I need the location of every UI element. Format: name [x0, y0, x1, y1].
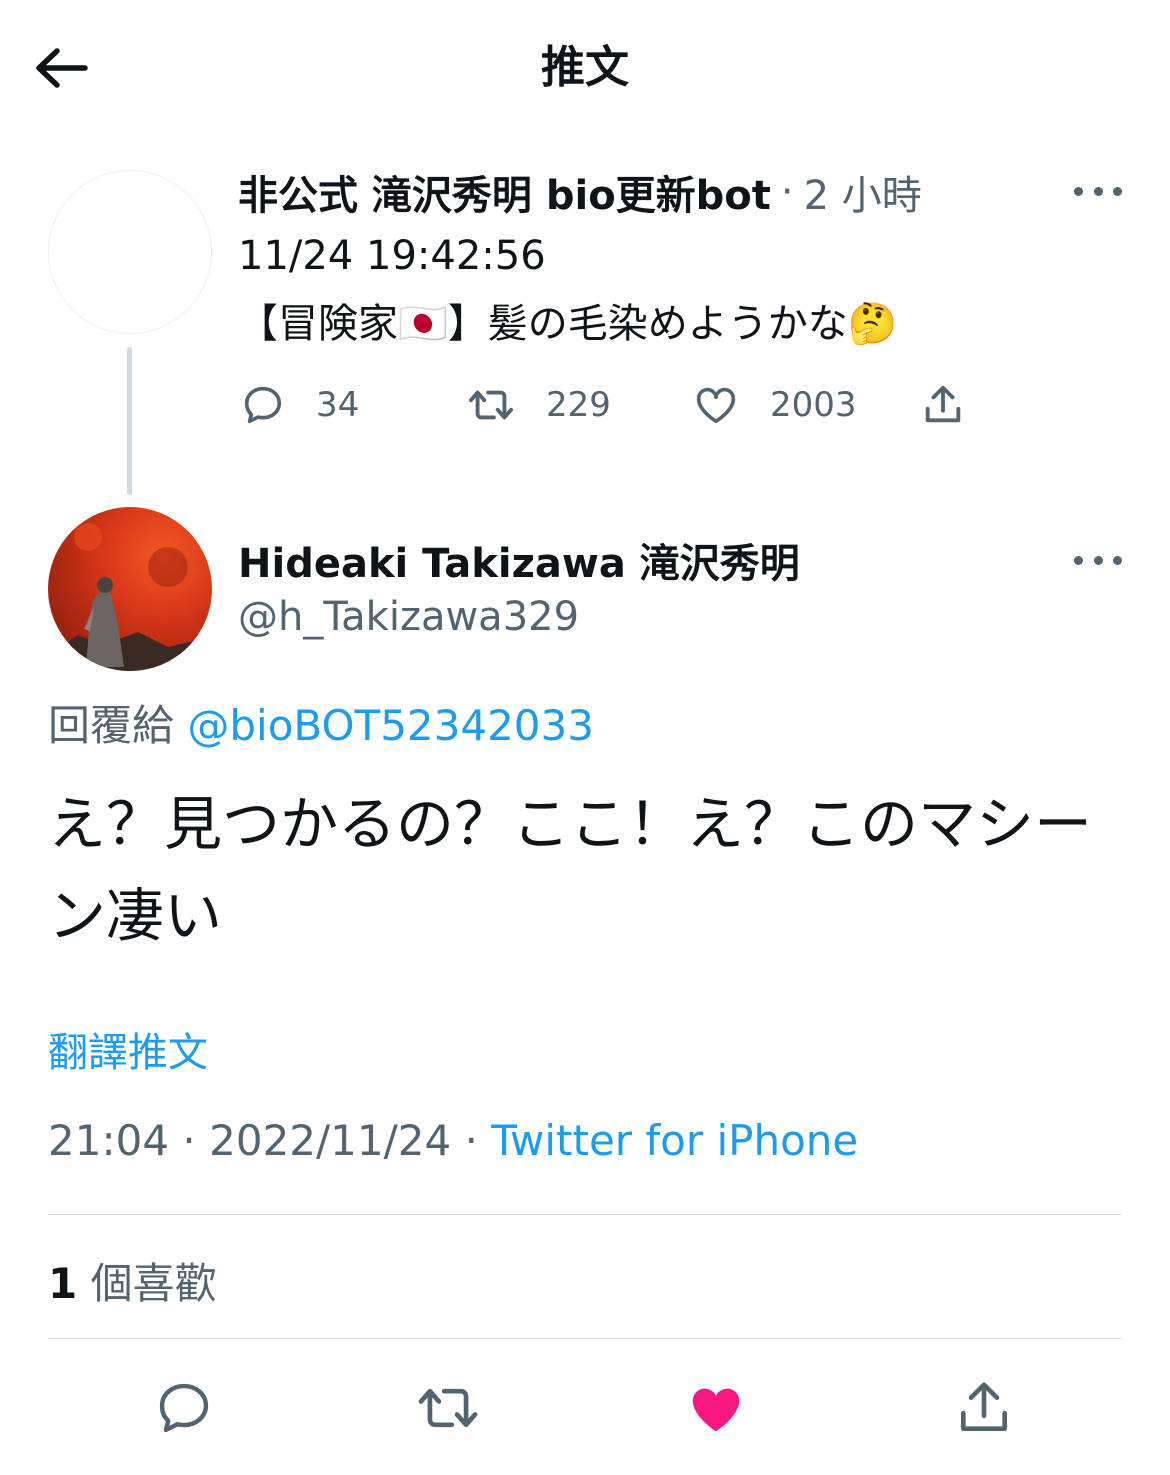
heart-filled-icon [692, 1388, 740, 1432]
parent-avatar[interactable] [48, 170, 212, 334]
parent-retweet-button[interactable]: 229 [466, 380, 611, 430]
page-title: 推文 [541, 42, 629, 93]
heart-icon [696, 387, 736, 424]
reply-to-handle[interactable]: @bioBOT52342033 [187, 701, 594, 750]
retweet-button[interactable] [412, 1372, 484, 1444]
reply-button[interactable] [148, 1372, 220, 1444]
likes-summary-label: 個喜歡 [90, 1259, 217, 1308]
like-button[interactable] [680, 1372, 752, 1444]
more-icon-dot [1093, 186, 1103, 196]
timestamp-separator: · [182, 1116, 196, 1165]
more-icon-dot [1113, 186, 1122, 196]
translate-tweet-link[interactable]: 翻譯推文 [48, 1020, 208, 1078]
timestamp-separator: · [464, 1116, 478, 1165]
more-icon-dot [1074, 186, 1083, 196]
tweet-text: え？見つかるの？ここ！え？このマシーン凄い [48, 790, 1093, 950]
parent-separator: · [780, 169, 794, 215]
parent-like-button[interactable]: 2003 [692, 380, 857, 430]
divider [48, 1338, 1122, 1339]
tweet-more-button[interactable] [1074, 545, 1122, 575]
tweet-time: 21:04 [48, 1116, 170, 1165]
parent-more-button[interactable] [1074, 176, 1122, 206]
share-icon [961, 1382, 1007, 1431]
more-icon-dot [1074, 555, 1083, 565]
tweet-date: 2022/11/24 [209, 1116, 452, 1165]
reply-to-prefix: 回覆給 [48, 701, 175, 750]
share-icon [925, 385, 961, 423]
thread-line [127, 347, 132, 495]
retweet-icon [418, 1388, 478, 1428]
parent-text-line2: 【冒険家🇯🇵】髪の毛染めようかな🤔 [238, 301, 898, 347]
tweet-source-link[interactable]: Twitter for iPhone [491, 1116, 858, 1165]
parent-time-ago[interactable]: 2 小時 [804, 163, 922, 221]
more-icon-dot [1093, 555, 1103, 565]
reply-icon [159, 1383, 209, 1433]
tweet-timestamp: 21:04 · 2022/11/24 · Twitter for iPhone [48, 1116, 858, 1165]
parent-display-name[interactable]: 非公式 滝沢秀明 bio更新bot [238, 163, 771, 221]
like-count: 2003 [770, 385, 857, 425]
likes-summary-count: 1 [48, 1259, 78, 1308]
avatar-image [48, 523, 212, 671]
reply-to-line: 回覆給 @bioBOT52342033 [48, 692, 594, 753]
reply-count: 34 [316, 385, 360, 425]
parent-reply-button[interactable]: 34 [240, 380, 359, 430]
more-icon-dot [1113, 555, 1122, 565]
parent-share-button[interactable] [920, 380, 966, 430]
author-avatar[interactable] [48, 507, 212, 671]
share-button[interactable] [948, 1372, 1020, 1444]
author-header: Hideaki Takizawa 滝沢秀明 [238, 532, 800, 588]
divider [48, 1214, 1122, 1215]
author-display-name[interactable]: Hideaki Takizawa 滝沢秀明 [238, 531, 800, 589]
retweet-count: 229 [546, 385, 611, 425]
reply-icon [244, 386, 282, 424]
author-handle[interactable]: @h_Takizawa329 [238, 594, 579, 640]
parent-header: 非公式 滝沢秀明 bio更新bot · 2 小時 [238, 164, 922, 220]
retweet-icon [468, 390, 514, 420]
parent-text-line1: 11/24 19:42:56 [238, 233, 546, 279]
likes-summary[interactable]: 1 個喜歡 [48, 1250, 217, 1311]
